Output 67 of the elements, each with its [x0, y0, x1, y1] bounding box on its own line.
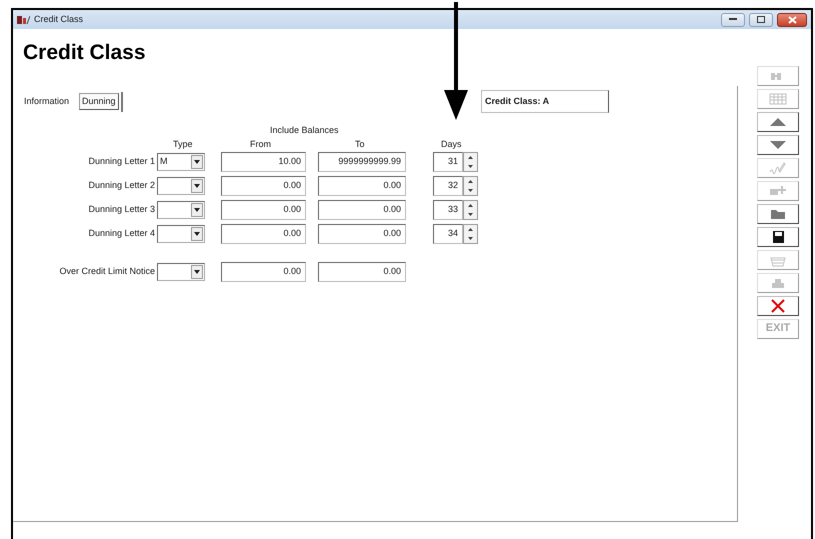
days-field[interactable]: 34: [433, 224, 463, 244]
up-arrow-icon: [468, 204, 473, 206]
amount-field[interactable]: 10.00: [221, 152, 306, 172]
tab[interactable]: Information: [22, 94, 72, 110]
amount-field[interactable]: 0.00: [318, 224, 406, 244]
type-dropdown[interactable]: [157, 262, 205, 280]
amount-field[interactable]: 0.00: [221, 224, 306, 244]
minimize-button[interactable]: [721, 12, 745, 26]
dropdown-arrow-icon: [194, 208, 200, 212]
down-button[interactable]: [757, 134, 799, 154]
signature-icon: [769, 160, 787, 174]
column-header: To: [355, 138, 365, 150]
amount-field[interactable]: 0.00: [318, 200, 406, 220]
amount-field[interactable]: 9999999999.99: [318, 152, 406, 172]
type-dropdown[interactable]: [157, 200, 205, 218]
dropdown-arrow-icon: [194, 270, 200, 274]
spin-buttons[interactable]: [463, 224, 478, 244]
days-field[interactable]: 31: [433, 152, 463, 172]
up-arrow-icon: [468, 156, 473, 158]
amount-field[interactable]: 0.00: [318, 176, 406, 196]
delete-icon: [769, 298, 787, 312]
page-heading: Credit Class: [23, 40, 147, 66]
delete-button[interactable]: [757, 296, 799, 316]
window-title: Credit Class: [34, 12, 84, 26]
down-arrow-icon: [468, 188, 473, 192]
column-header: From: [250, 138, 271, 150]
column-header: Days: [441, 138, 462, 151]
app-icon: [17, 14, 30, 24]
down-arrow-icon: [468, 164, 473, 168]
spin-buttons[interactable]: [463, 200, 478, 220]
close-button[interactable]: [777, 12, 807, 26]
field-label: Dunning Letter 1: [87, 154, 156, 168]
credit-class-label: Credit Class: A: [481, 90, 609, 113]
spin-buttons[interactable]: [463, 176, 478, 196]
amount-field[interactable]: 0.00: [221, 262, 306, 282]
minimize-icon: [729, 18, 737, 21]
field-label: Over Credit Limit Notice: [58, 264, 156, 278]
maximize-button[interactable]: [749, 12, 773, 26]
up-button[interactable]: [757, 112, 799, 132]
amount-field[interactable]: 0.00: [221, 176, 306, 196]
days-field[interactable]: 33: [433, 200, 463, 220]
amount-field[interactable]: 0.00: [318, 262, 406, 282]
field-label: Dunning Letter 3: [87, 202, 156, 216]
table-icon: [769, 92, 787, 106]
column-header: Type: [173, 138, 193, 151]
dropdown-arrow-icon: [194, 184, 200, 188]
down-arrow-icon: [468, 236, 473, 240]
spin-buttons[interactable]: [463, 152, 478, 172]
days-field[interactable]: 32: [433, 176, 463, 196]
column-header: Include Balances: [270, 124, 339, 137]
up-arrow-icon: [468, 228, 473, 230]
up-arrow-icon: [468, 180, 473, 182]
field-label: Dunning Letter 2: [87, 178, 156, 192]
type-dropdown[interactable]: [157, 224, 205, 242]
field-label: Dunning Letter 4: [87, 226, 156, 240]
amount-field[interactable]: 0.00: [221, 200, 306, 220]
folder-button[interactable]: [757, 204, 799, 224]
type-dropdown[interactable]: M: [157, 152, 205, 170]
tab[interactable]: Dunning: [79, 92, 119, 110]
close-icon: [788, 16, 796, 24]
add-icon: [769, 184, 787, 198]
save-button[interactable]: [757, 226, 799, 246]
dropdown-arrow-icon: [194, 160, 200, 164]
maximize-icon: [757, 16, 765, 23]
dropdown-arrow-icon: [194, 232, 200, 236]
type-dropdown[interactable]: [157, 176, 205, 194]
down-arrow-icon: [468, 212, 473, 216]
